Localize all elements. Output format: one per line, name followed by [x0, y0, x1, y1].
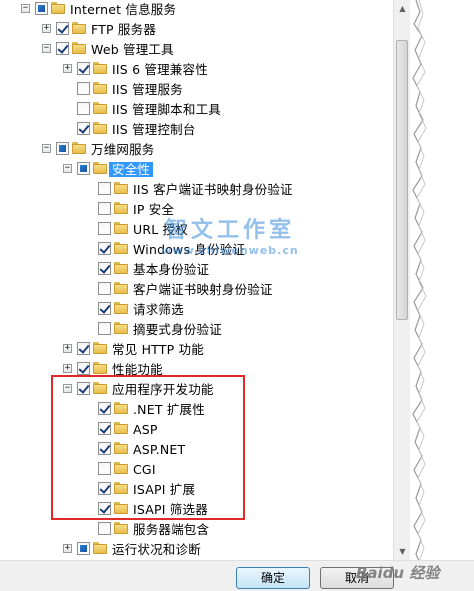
feature-checkbox[interactable] — [77, 102, 90, 115]
tree-item-label: 请求筛选 — [133, 302, 184, 317]
tree-item[interactable]: IP 安全 — [0, 200, 395, 220]
feature-checkbox[interactable] — [98, 262, 111, 275]
feature-checkbox[interactable] — [77, 82, 90, 95]
folder-icon — [114, 522, 128, 535]
collapse-icon[interactable]: − — [42, 144, 51, 153]
folder-icon — [114, 282, 128, 295]
folder-icon — [93, 62, 107, 75]
tree-item[interactable]: − 万维网服务 — [0, 140, 395, 160]
folder-icon — [93, 122, 107, 135]
folder-icon — [114, 302, 128, 315]
collapse-icon[interactable]: − — [42, 44, 51, 53]
tree-item[interactable]: 请求筛选 — [0, 300, 395, 320]
feature-checkbox[interactable] — [98, 322, 111, 335]
folder-icon — [114, 242, 128, 255]
feature-checkbox[interactable] — [98, 202, 111, 215]
red-highlight-box — [51, 375, 245, 520]
tree-item[interactable]: IIS 管理控制台 — [0, 120, 395, 140]
tree-item-label: 万维网服务 — [91, 142, 155, 157]
watermark-title: 智文工作室 — [164, 218, 295, 243]
tree-item[interactable]: 客户端证书映射身份验证 — [0, 280, 395, 300]
scroll-up-icon[interactable]: ▲ — [394, 0, 411, 17]
folder-icon — [72, 22, 86, 35]
tree-item-label: IIS 6 管理兼容性 — [112, 62, 208, 77]
tree-item-label: 运行状况和诊断 — [112, 542, 201, 557]
baidu-watermark: Baidu 经验 — [356, 564, 440, 582]
feature-checkbox[interactable] — [56, 42, 69, 55]
folder-icon — [93, 102, 107, 115]
expand-icon[interactable]: + — [63, 364, 72, 373]
feature-checkbox[interactable] — [98, 282, 111, 295]
tree-item-label: 常见 HTTP 功能 — [112, 342, 204, 357]
feature-checkbox[interactable] — [98, 302, 111, 315]
torn-edge — [410, 0, 474, 590]
tree-item-label: IP 安全 — [133, 202, 175, 217]
folder-icon — [114, 202, 128, 215]
expand-icon[interactable]: + — [63, 64, 72, 73]
tree-item-label: IIS 管理脚本和工具 — [112, 102, 221, 117]
scroll-down-icon[interactable]: ▼ — [394, 543, 411, 560]
tree-item-label: Internet 信息服务 — [70, 2, 177, 17]
folder-icon — [93, 542, 107, 555]
feature-checkbox[interactable] — [77, 362, 90, 375]
feature-checkbox[interactable] — [98, 222, 111, 235]
folder-icon — [93, 162, 107, 175]
feature-checkbox[interactable] — [56, 22, 69, 35]
folder-icon — [72, 42, 86, 55]
tree-item-label: 摘要式身份验证 — [133, 322, 222, 337]
tree-item[interactable]: − Internet 信息服务 — [0, 0, 395, 20]
tree-item[interactable]: 服务器端包含 — [0, 520, 395, 540]
tree-item[interactable]: + IIS 6 管理兼容性 — [0, 60, 395, 80]
expand-icon[interactable]: + — [42, 24, 51, 33]
folder-icon — [72, 142, 86, 155]
folder-icon — [93, 82, 107, 95]
tree-item[interactable]: − 安全性 — [0, 160, 395, 180]
expand-icon[interactable]: + — [63, 344, 72, 353]
tree-item[interactable]: + FTP 服务器 — [0, 20, 395, 40]
tree-item[interactable]: 摘要式身份验证 — [0, 320, 395, 340]
feature-checkbox[interactable] — [56, 142, 69, 155]
collapse-icon[interactable]: − — [63, 164, 72, 173]
scroll-thumb[interactable] — [396, 40, 408, 320]
folder-icon — [51, 2, 65, 15]
tree-item-label: 客户端证书映射身份验证 — [133, 282, 273, 297]
folder-icon — [114, 222, 128, 235]
tree-item-label: FTP 服务器 — [91, 22, 157, 37]
tree-item[interactable]: IIS 客户端证书映射身份验证 — [0, 180, 395, 200]
feature-checkbox[interactable] — [98, 242, 111, 255]
feature-checkbox[interactable] — [98, 182, 111, 195]
tree-item[interactable]: + 常见 HTTP 功能 — [0, 340, 395, 360]
windows-features-dialog: − Internet 信息服务 + FTP 服务器 − Web 管理工具 + IIS 6 管理… — [0, 0, 474, 591]
watermark: 智文工作室 www.zhiwenweb.cn — [150, 218, 310, 268]
expand-icon[interactable]: + — [63, 544, 72, 553]
ok-button[interactable]: 确定 — [236, 567, 310, 589]
tree-item-label: 服务器端包含 — [133, 522, 210, 537]
feature-checkbox[interactable] — [35, 2, 48, 15]
folder-icon — [114, 322, 128, 335]
tree-item[interactable]: IIS 管理脚本和工具 — [0, 100, 395, 120]
tree-item-label: Web 管理工具 — [91, 42, 174, 57]
feature-checkbox[interactable] — [77, 122, 90, 135]
tree-item[interactable]: − Web 管理工具 — [0, 40, 395, 60]
tree-item-label: 安全性 — [109, 162, 154, 177]
folder-icon — [114, 182, 128, 195]
tree-item-label: IIS 客户端证书映射身份验证 — [133, 182, 293, 197]
vertical-scrollbar[interactable]: ▲ ▼ — [393, 0, 411, 560]
tree-item[interactable]: + 运行状况和诊断 — [0, 540, 395, 560]
feature-checkbox[interactable] — [77, 542, 90, 555]
feature-checkbox[interactable] — [98, 522, 111, 535]
collapse-icon[interactable]: − — [21, 4, 30, 13]
feature-checkbox[interactable] — [77, 62, 90, 75]
tree-item-label: IIS 管理服务 — [112, 82, 183, 97]
folder-icon — [93, 342, 107, 355]
folder-icon — [93, 362, 107, 375]
tree-item[interactable]: IIS 管理服务 — [0, 80, 395, 100]
watermark-url: www.zhiwenweb.cn — [161, 244, 299, 257]
feature-checkbox[interactable] — [77, 162, 90, 175]
tree-item-label: IIS 管理控制台 — [112, 122, 196, 137]
folder-icon — [114, 262, 128, 275]
feature-checkbox[interactable] — [77, 342, 90, 355]
